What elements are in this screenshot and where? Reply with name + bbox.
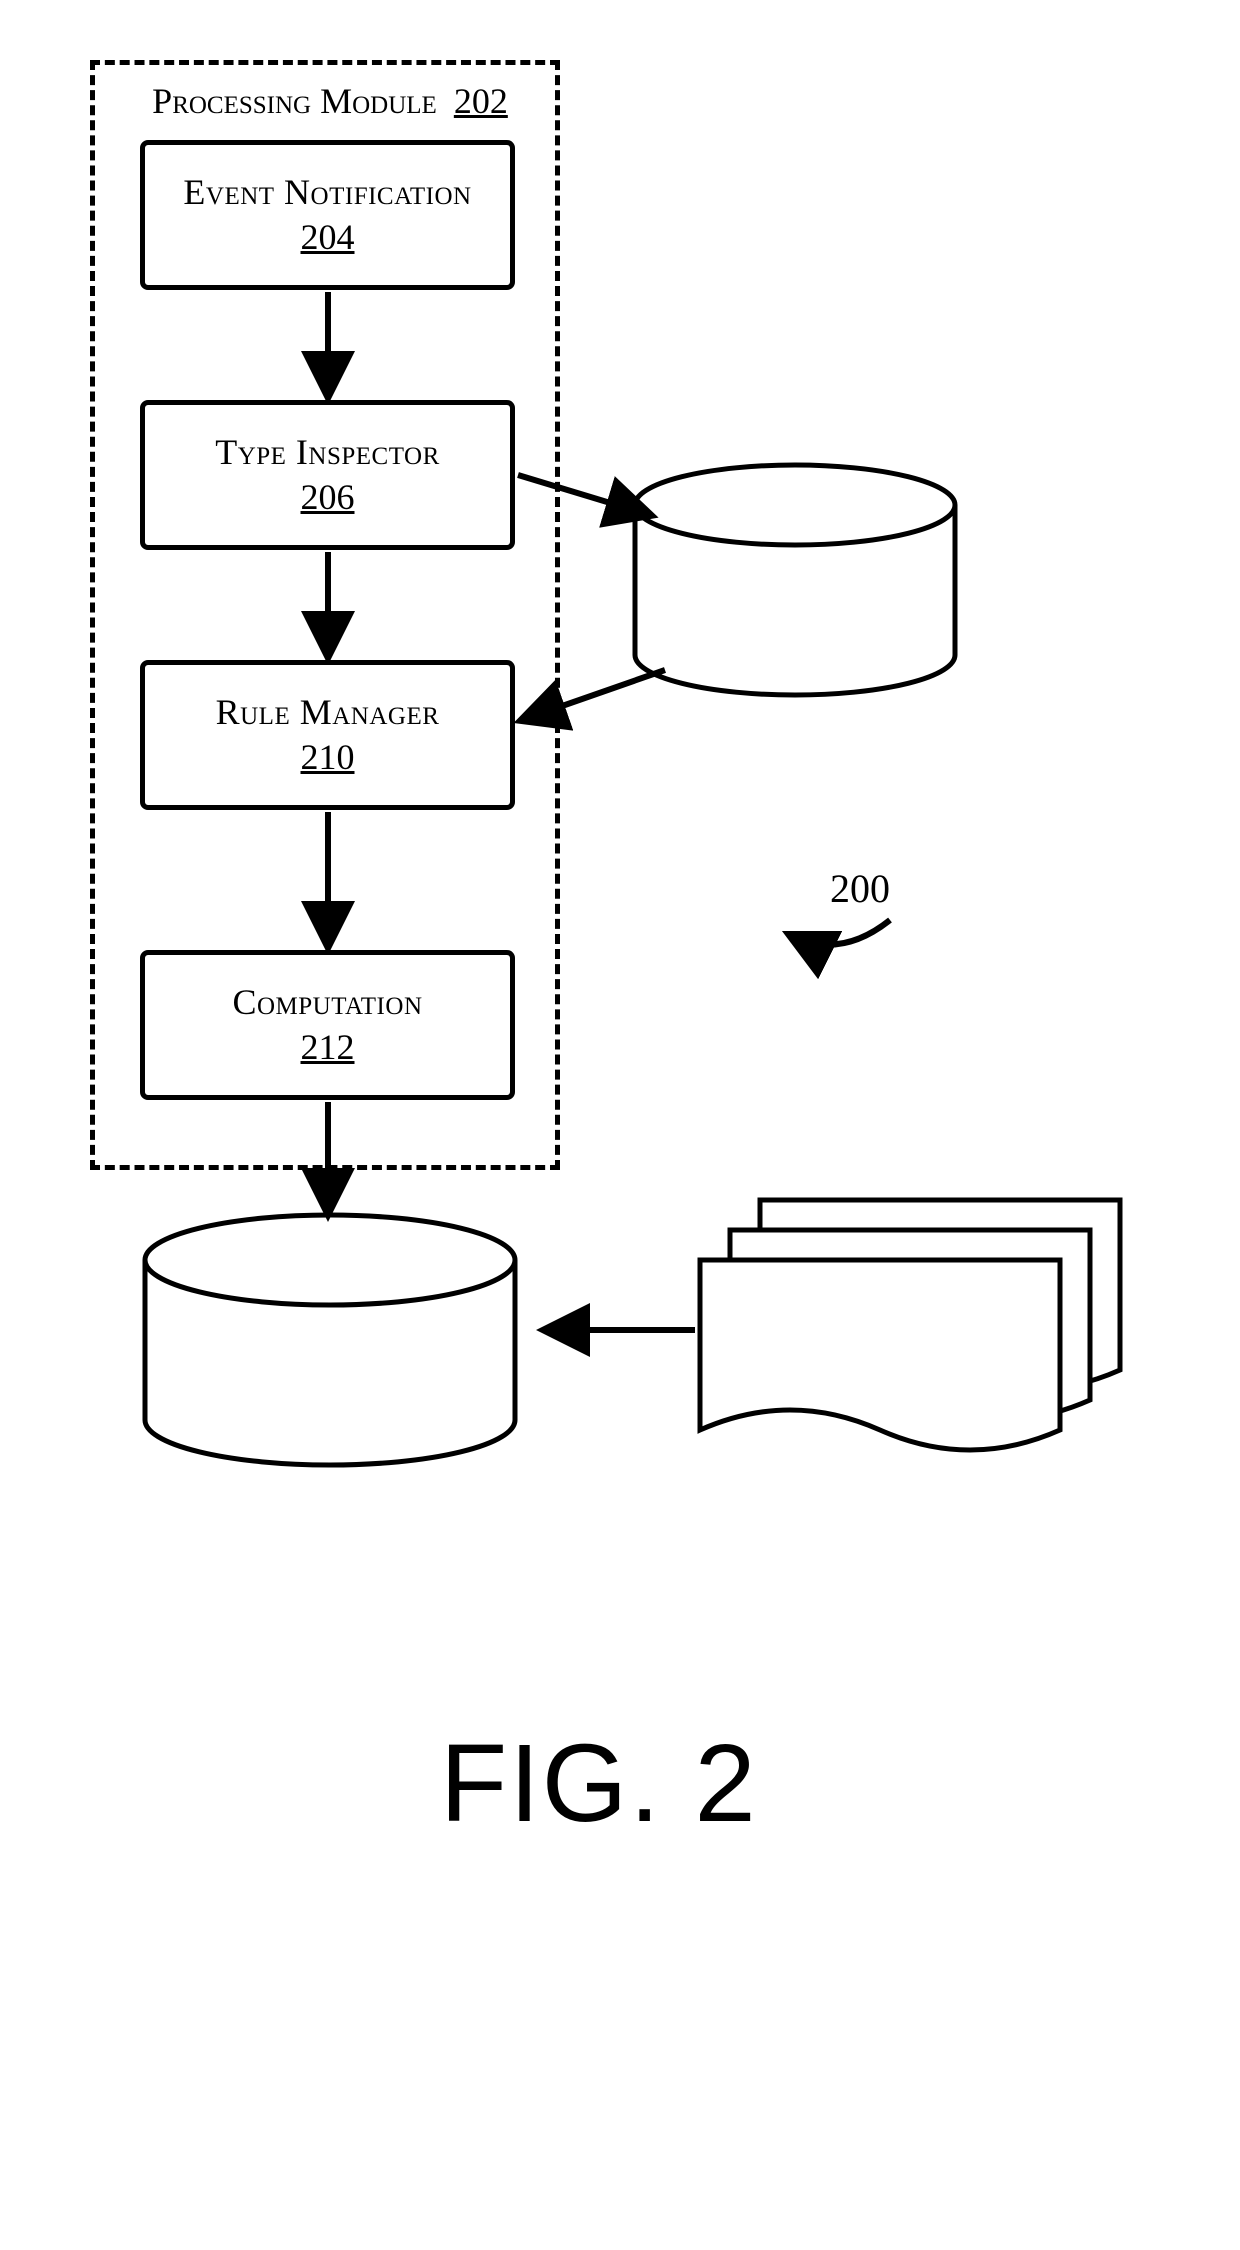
key-value-data-text: Key-Value Data 214 — [150, 1315, 510, 1400]
query-tool-line2: Tool 216 — [700, 1321, 1070, 1362]
figure-caption: FIG. 2 — [440, 1720, 758, 1847]
metadata-store-ref: 208 — [635, 603, 955, 645]
key-value-data-ref: 214 — [150, 1358, 510, 1400]
computation-ref: 212 — [301, 1026, 355, 1068]
figure-canvas: Processing Module 202 Event Notification… — [0, 0, 1240, 2250]
processing-module-label: Processing Module — [152, 81, 437, 121]
query-tool-text: Query & Reporting Tool 216 — [700, 1280, 1070, 1363]
computation-label: Computation — [232, 982, 422, 1023]
query-tool-ref: 216 — [904, 1321, 960, 1361]
query-tool-line1: Query & Reporting — [700, 1280, 1070, 1321]
type-inspector-box: Type Inspector 206 — [140, 400, 515, 550]
type-inspector-ref: 206 — [301, 476, 355, 518]
key-value-data-label: Key-Value Data — [150, 1315, 510, 1356]
processing-module-title: Processing Module 202 — [120, 80, 540, 122]
event-notification-box: Event Notification 204 — [140, 140, 515, 290]
figure-ref-number: 200 — [830, 865, 890, 912]
event-notification-label: Event Notification — [183, 172, 471, 213]
metadata-store-text: Metadata Store 208 — [635, 560, 955, 645]
processing-module-ref: 202 — [454, 81, 508, 121]
computation-box: Computation 212 — [140, 950, 515, 1100]
rule-manager-box: Rule Manager 210 — [140, 660, 515, 810]
type-inspector-label: Type Inspector — [215, 432, 440, 473]
rule-manager-ref: 210 — [301, 736, 355, 778]
curved-arrow-200 — [790, 920, 890, 945]
rule-manager-label: Rule Manager — [216, 692, 440, 733]
metadata-store-label: Metadata Store — [635, 560, 955, 601]
event-notification-ref: 204 — [301, 216, 355, 258]
